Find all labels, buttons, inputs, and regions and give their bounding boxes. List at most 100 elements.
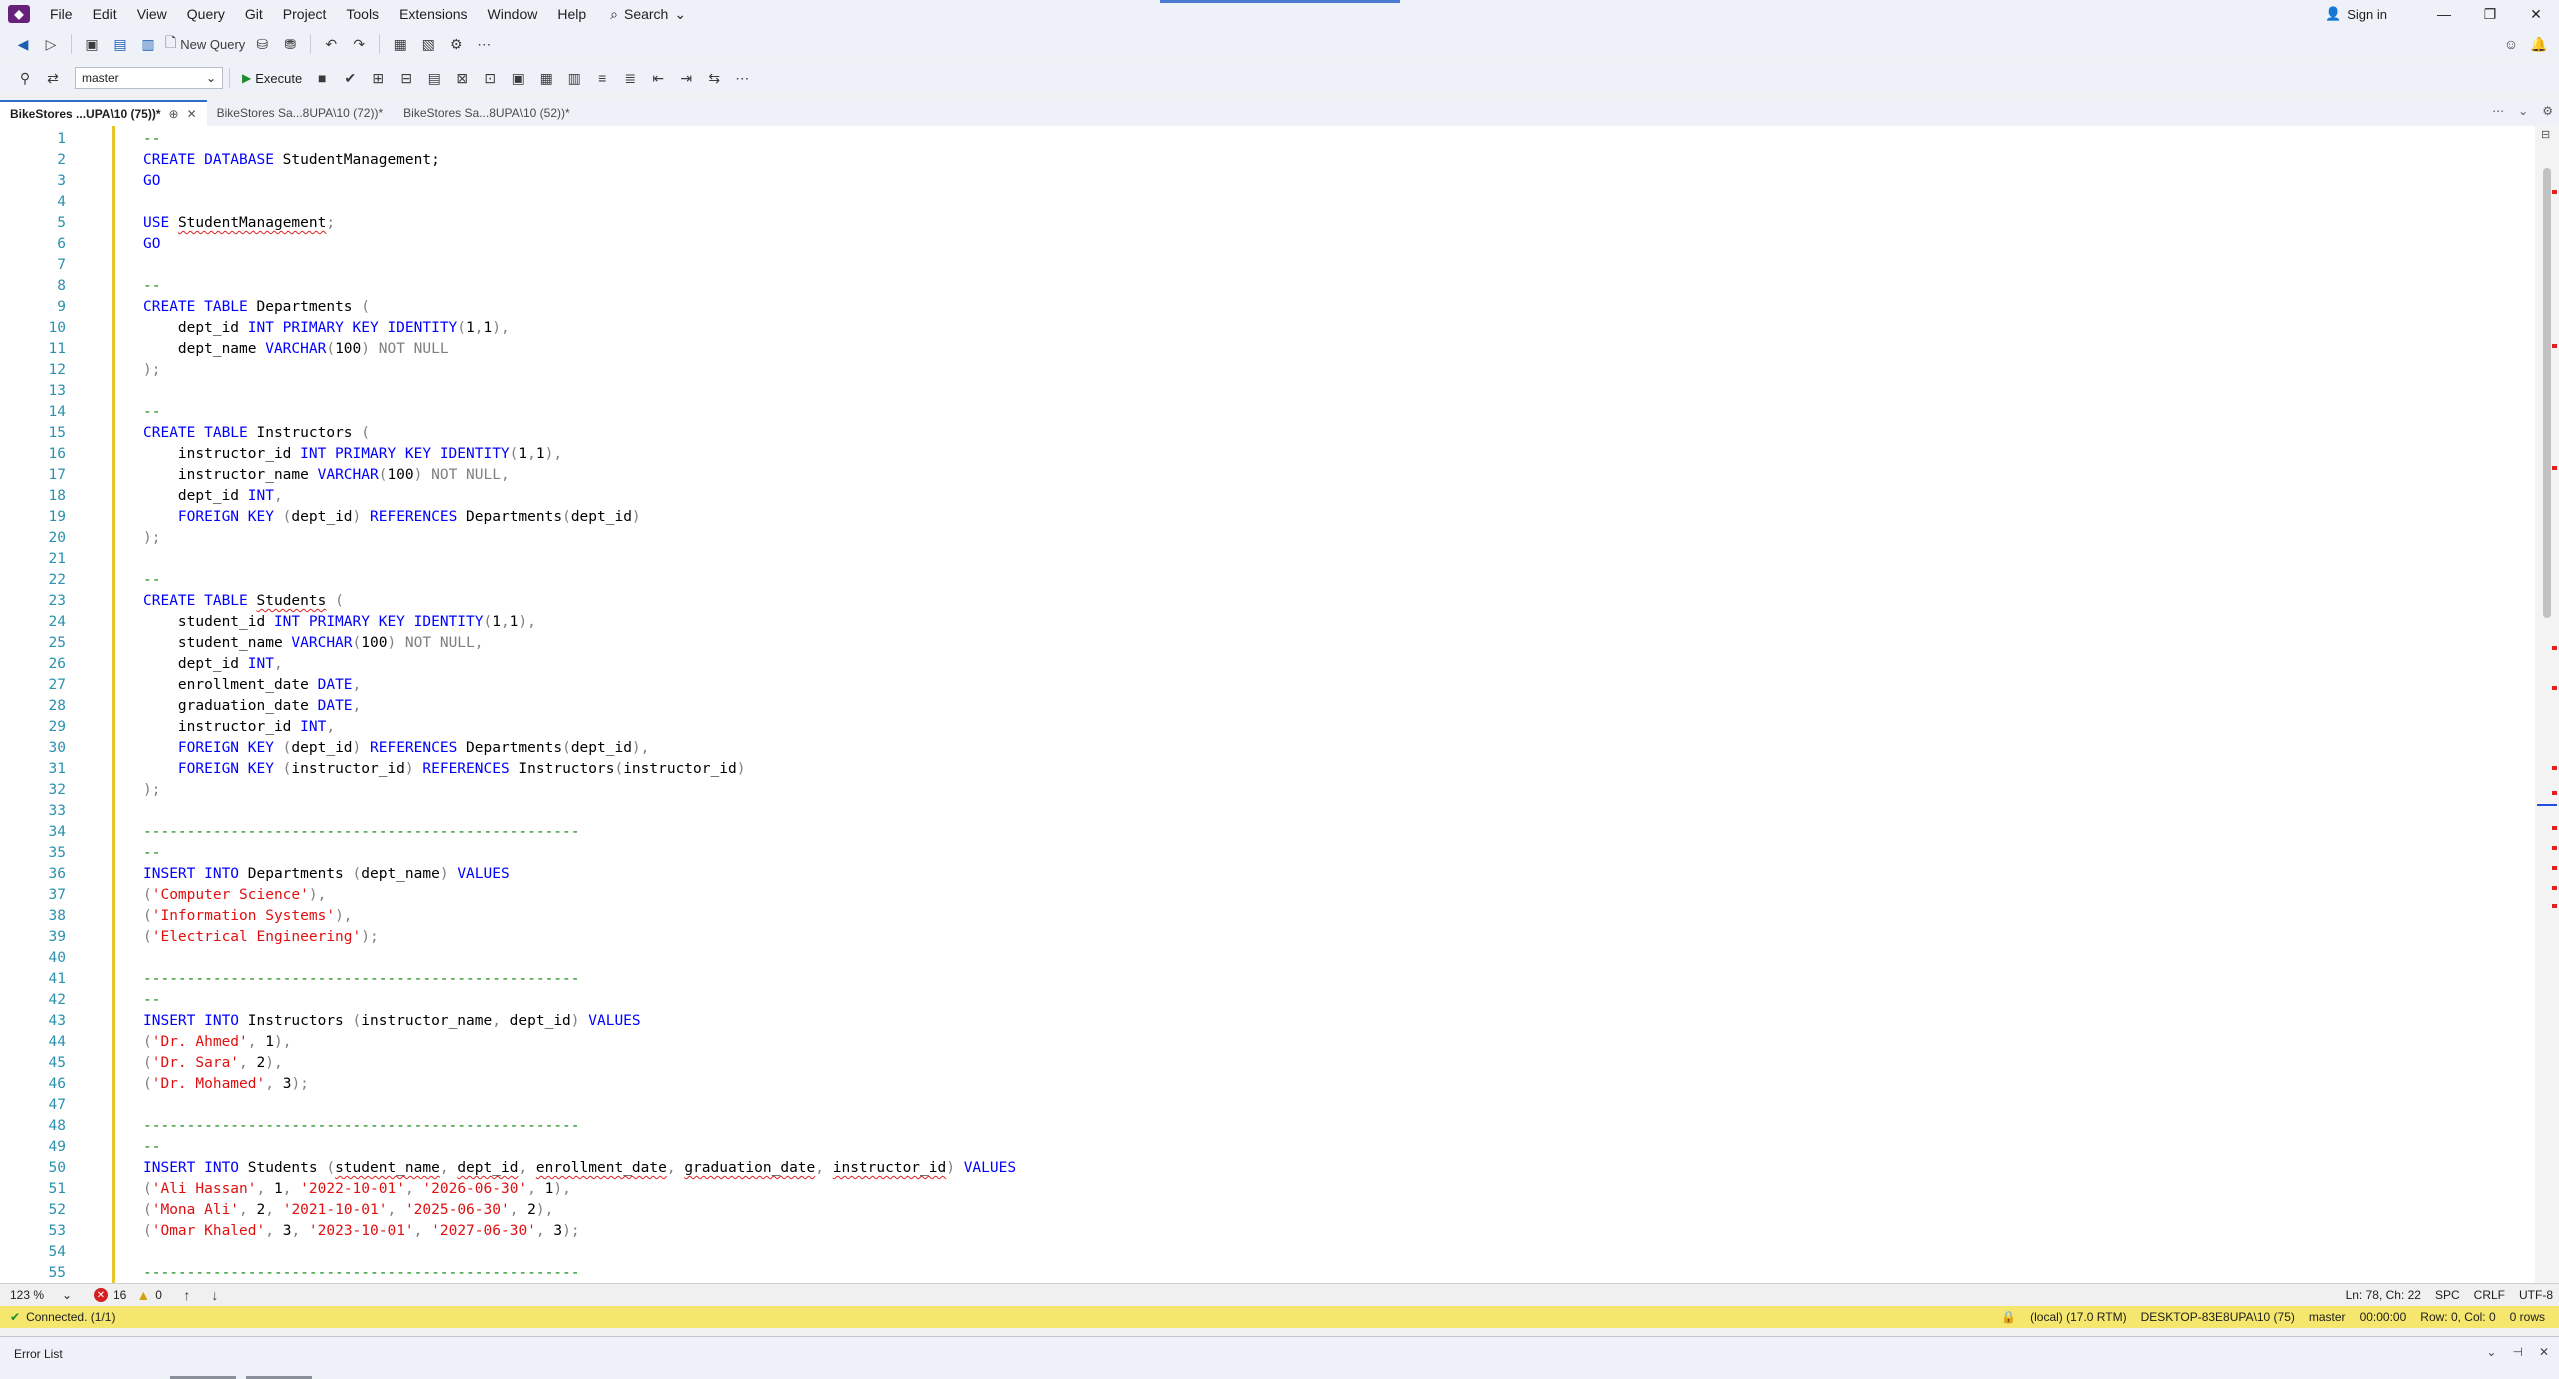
back-icon[interactable]: ◀ bbox=[12, 33, 34, 55]
error-list-title[interactable]: Error List bbox=[14, 1347, 63, 1361]
code-line[interactable]: dept_id INT PRIMARY KEY IDENTITY(1,1), bbox=[143, 318, 510, 339]
parse-icon[interactable]: ✔ bbox=[339, 67, 361, 89]
estimated-plan-icon[interactable]: ⊞ bbox=[367, 67, 389, 89]
menu-item-file[interactable]: File bbox=[40, 0, 83, 28]
whitespace-mode[interactable]: SPC bbox=[2435, 1288, 2460, 1302]
database-select[interactable]: master ⌄ bbox=[75, 67, 223, 89]
code-line[interactable]: INSERT INTO Students (student_name, dept… bbox=[143, 1158, 1016, 1179]
forward-icon[interactable]: ▷ bbox=[40, 33, 62, 55]
execute-button[interactable]: ▶ Execute bbox=[236, 71, 308, 86]
menu-item-query[interactable]: Query bbox=[177, 0, 235, 28]
pin-icon[interactable]: ⊣ bbox=[2512, 1345, 2522, 1359]
code-line[interactable]: CREATE TABLE Students ( bbox=[143, 591, 344, 612]
toolbar-overflow-icon[interactable]: ⋯ bbox=[473, 33, 495, 55]
code-line[interactable]: GO bbox=[143, 171, 160, 192]
tab-overflow-icon[interactable]: ⋯ bbox=[2492, 104, 2504, 118]
code-line[interactable]: USE StudentManagement; bbox=[143, 213, 335, 234]
code-line[interactable]: ('Omar Khaled', 3, '2023-10-01', '2027-0… bbox=[143, 1221, 580, 1242]
increase-indent-icon[interactable]: ⇥ bbox=[675, 67, 697, 89]
code-line[interactable]: ----------------------------------------… bbox=[143, 1263, 580, 1283]
panel-dropdown-icon[interactable]: ⌄ bbox=[2486, 1345, 2496, 1359]
code-line[interactable]: -- bbox=[143, 1137, 169, 1158]
menu-item-extensions[interactable]: Extensions bbox=[389, 0, 477, 28]
properties-icon[interactable]: ⚙ bbox=[445, 33, 467, 55]
zoom-select[interactable]: 123 % ⌄ bbox=[10, 1288, 72, 1302]
client-stats-icon[interactable]: ▣ bbox=[507, 67, 529, 89]
save-icon[interactable]: ▤ bbox=[109, 33, 131, 55]
code-line[interactable]: -- bbox=[143, 843, 169, 864]
restore-icon[interactable]: ❐ bbox=[2467, 6, 2513, 23]
analysis-query-icon[interactable]: ⛃ bbox=[279, 33, 301, 55]
database-query-icon[interactable]: ⛁ bbox=[251, 33, 273, 55]
scrollbar-thumb[interactable] bbox=[2543, 168, 2551, 618]
document-tab[interactable]: BikeStores Sa...8UPA\10 (52))* bbox=[393, 100, 580, 126]
uncomment-icon[interactable]: ≣ bbox=[619, 67, 641, 89]
code-line[interactable]: CREATE DATABASE StudentManagement; bbox=[143, 150, 440, 171]
activity-monitor-icon[interactable]: ▦ bbox=[389, 33, 411, 55]
tab-list-icon[interactable]: ⌄ bbox=[2518, 104, 2528, 118]
undo-icon[interactable]: ↶ bbox=[320, 33, 342, 55]
code-line[interactable]: instructor_id INT, bbox=[143, 717, 335, 738]
code-line[interactable]: ----------------------------------------… bbox=[143, 822, 580, 843]
menu-item-help[interactable]: Help bbox=[547, 0, 596, 28]
code-line[interactable]: CREATE TABLE Instructors ( bbox=[143, 423, 370, 444]
decrease-indent-icon[interactable]: ⇤ bbox=[647, 67, 669, 89]
results-to-file-icon[interactable]: ▥ bbox=[563, 67, 585, 89]
warning-count[interactable]: ▲ 0 bbox=[136, 1287, 162, 1303]
minimize-icon[interactable]: — bbox=[2421, 6, 2467, 22]
code-line[interactable]: ----------------------------------------… bbox=[143, 1116, 580, 1137]
redo-icon[interactable]: ↷ bbox=[348, 33, 370, 55]
include-plan-icon[interactable]: ⊠ bbox=[451, 67, 473, 89]
vertical-scrollbar[interactable]: ⊟ bbox=[2535, 126, 2559, 1283]
feedback-icon[interactable]: ☺ bbox=[2500, 33, 2522, 55]
code-line[interactable]: ('Dr. Mohamed', 3); bbox=[143, 1074, 309, 1095]
comment-icon[interactable]: ≡ bbox=[591, 67, 613, 89]
close-icon[interactable]: ✕ bbox=[2513, 6, 2559, 23]
menu-item-window[interactable]: Window bbox=[478, 0, 548, 28]
results-to-grid-icon[interactable]: ▦ bbox=[535, 67, 557, 89]
code-line[interactable]: -- bbox=[143, 990, 169, 1011]
menu-item-git[interactable]: Git bbox=[235, 0, 273, 28]
menu-item-view[interactable]: View bbox=[127, 0, 177, 28]
code-line[interactable]: -- bbox=[143, 276, 169, 297]
code-line[interactable]: -- bbox=[143, 129, 169, 150]
next-error-icon[interactable]: ↓ bbox=[204, 1284, 226, 1306]
new-project-icon[interactable]: ▣ bbox=[81, 33, 103, 55]
new-query-button[interactable]: 🗋 New Query bbox=[165, 33, 245, 55]
split-editor-icon[interactable]: ⊟ bbox=[2541, 128, 2550, 141]
code-line[interactable]: GO bbox=[143, 234, 160, 255]
code-line[interactable]: dept_name VARCHAR(100) NOT NULL bbox=[143, 339, 449, 360]
code-line[interactable]: instructor_name VARCHAR(100) NOT NULL, bbox=[143, 465, 510, 486]
code-line[interactable]: ----------------------------------------… bbox=[143, 969, 580, 990]
close-tab-icon[interactable]: ✕ bbox=[187, 107, 197, 121]
object-explorer-icon[interactable]: ▧ bbox=[417, 33, 439, 55]
query-designer-icon[interactable]: ⊟ bbox=[395, 67, 417, 89]
document-tab[interactable]: BikeStores ...UPA\10 (75))* ⊕ ✕ bbox=[0, 100, 207, 126]
line-ending[interactable]: CRLF bbox=[2474, 1288, 2505, 1302]
notifications-icon[interactable]: 🔔 bbox=[2528, 33, 2550, 55]
toolbar-overflow-icon[interactable]: ⋯ bbox=[731, 67, 753, 89]
code-line[interactable]: FOREIGN KEY (dept_id) REFERENCES Departm… bbox=[143, 738, 649, 759]
live-stats-icon[interactable]: ⊡ bbox=[479, 67, 501, 89]
code-line[interactable]: ); bbox=[143, 360, 160, 381]
save-all-icon[interactable]: ▥ bbox=[137, 33, 159, 55]
code-line[interactable]: dept_id INT, bbox=[143, 654, 283, 675]
specify-values-icon[interactable]: ⇆ bbox=[703, 67, 725, 89]
code-line[interactable]: ('Ali Hassan', 1, '2022-10-01', '2026-06… bbox=[143, 1179, 571, 1200]
document-tab[interactable]: BikeStores Sa...8UPA\10 (72))* bbox=[207, 100, 394, 126]
settings-icon[interactable]: ⚙ bbox=[2542, 104, 2553, 118]
pin-tab-icon[interactable]: ⊕ bbox=[169, 107, 179, 121]
search-box[interactable]: ⌕ Search ⌄ bbox=[602, 6, 694, 23]
code-line[interactable]: ); bbox=[143, 528, 160, 549]
code-line[interactable]: enrollment_date DATE, bbox=[143, 675, 361, 696]
change-connection-icon[interactable]: ⇄ bbox=[42, 67, 64, 89]
results-to-text-icon[interactable]: ▤ bbox=[423, 67, 445, 89]
code-line[interactable]: ('Computer Science'), bbox=[143, 885, 326, 906]
code-line[interactable]: ('Dr. Ahmed', 1), bbox=[143, 1032, 291, 1053]
panel-close-icon[interactable]: ✕ bbox=[2539, 1345, 2549, 1359]
code-line[interactable]: FOREIGN KEY (dept_id) REFERENCES Departm… bbox=[143, 507, 641, 528]
connect-icon[interactable]: ⚲ bbox=[14, 67, 36, 89]
code-line[interactable]: student_id INT PRIMARY KEY IDENTITY(1,1)… bbox=[143, 612, 536, 633]
code-line[interactable]: FOREIGN KEY (instructor_id) REFERENCES I… bbox=[143, 759, 746, 780]
code-line[interactable]: INSERT INTO Departments (dept_name) VALU… bbox=[143, 864, 510, 885]
